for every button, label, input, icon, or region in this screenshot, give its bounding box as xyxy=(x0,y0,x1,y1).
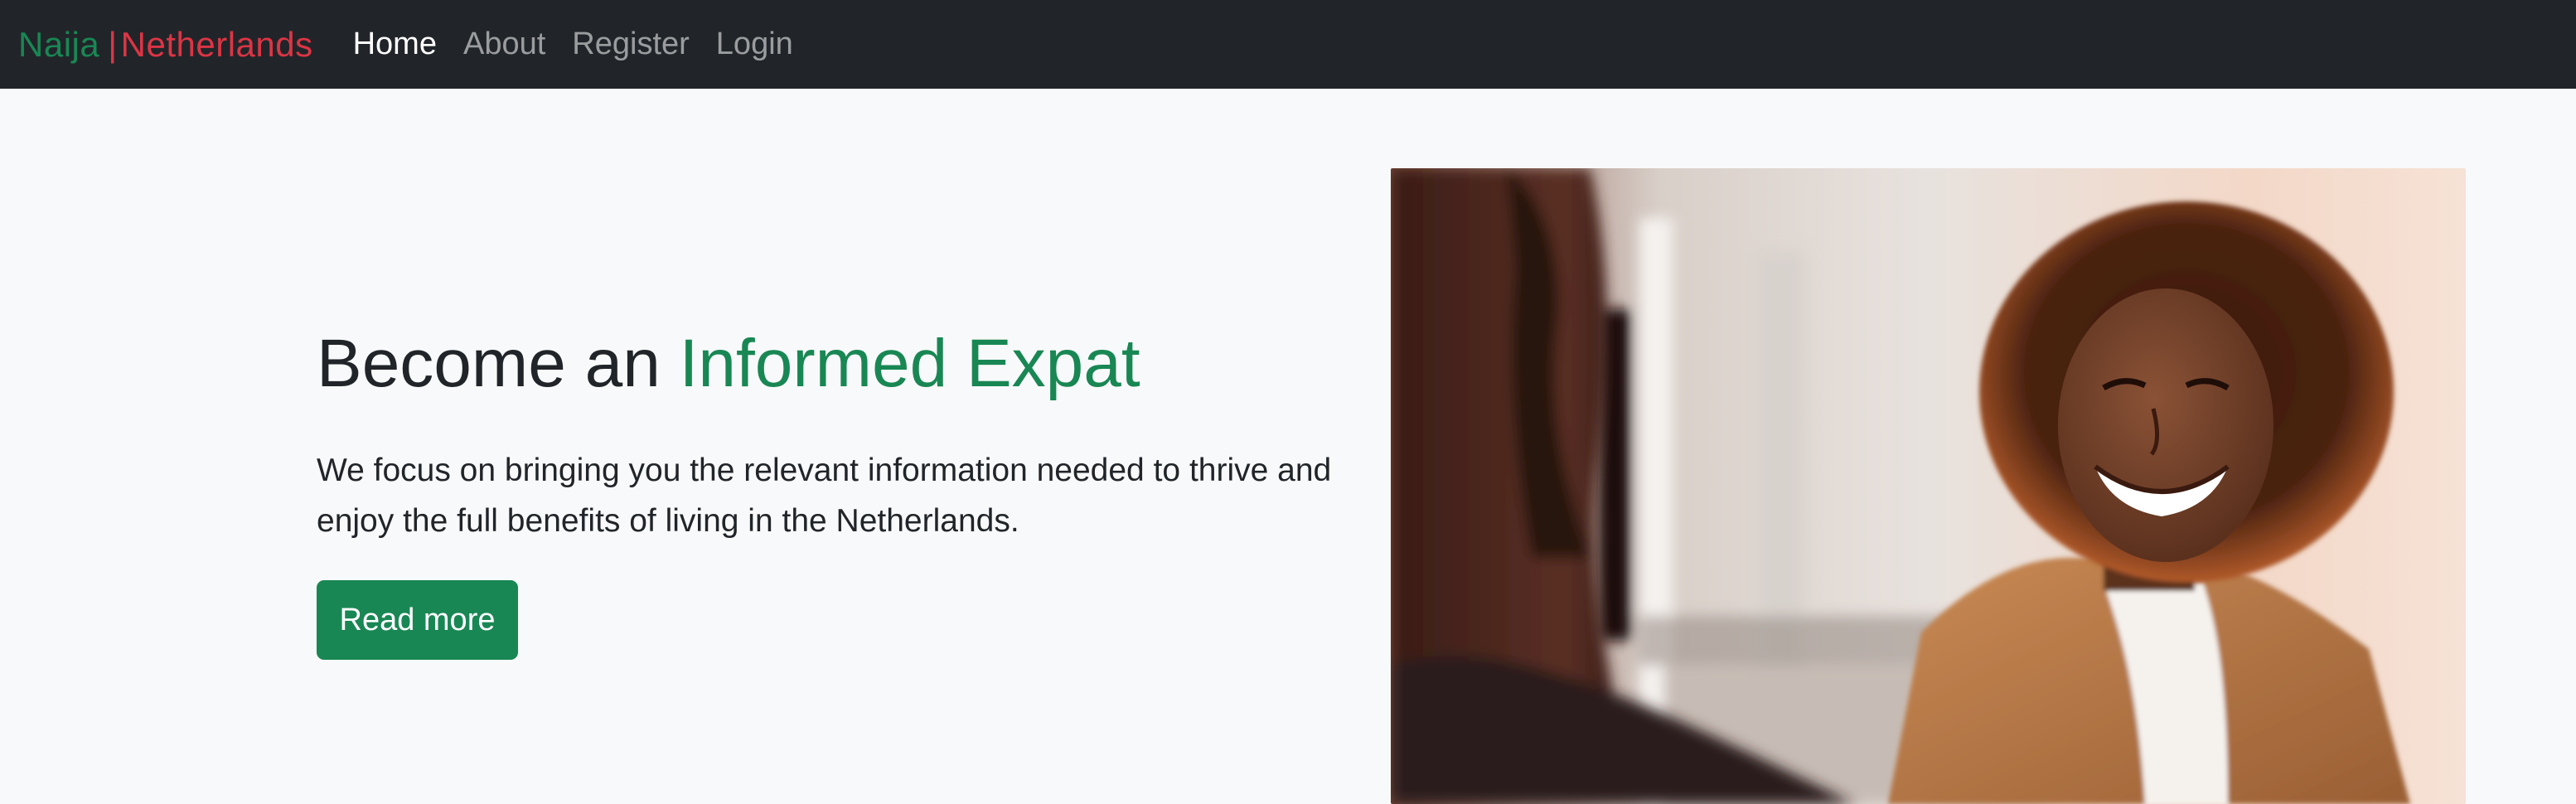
hero-title-accent: Informed Expat xyxy=(679,326,1140,401)
nav-link-login[interactable]: Login xyxy=(716,27,793,62)
brand-logo-link[interactable]: Naija | Netherlands xyxy=(18,25,313,65)
hero-section: Become an Informed Expat We focus on bri… xyxy=(0,89,2576,804)
nav-link-register[interactable]: Register xyxy=(572,27,690,62)
nav-link-about[interactable]: About xyxy=(463,27,545,62)
read-more-button[interactable]: Read more xyxy=(317,580,518,660)
hero-text-block: Become an Informed Expat We focus on bri… xyxy=(317,323,1369,546)
hero-description: We focus on bringing you the relevant in… xyxy=(317,453,1332,539)
hero-title-prefix: Become an xyxy=(317,326,680,401)
hero-photo-illustration xyxy=(1391,168,2466,804)
brand-part2: Netherlands xyxy=(120,24,313,64)
top-navbar: Naija | Netherlands Home About Register … xyxy=(0,0,2576,89)
hero-title: Become an Informed Expat xyxy=(317,323,1369,404)
hero-photo xyxy=(1391,168,2466,804)
brand-part1: Naija xyxy=(18,24,100,64)
brand-separator: | xyxy=(108,24,118,64)
nav-link-home[interactable]: Home xyxy=(353,27,437,62)
nav-links: Home About Register Login xyxy=(353,27,820,62)
